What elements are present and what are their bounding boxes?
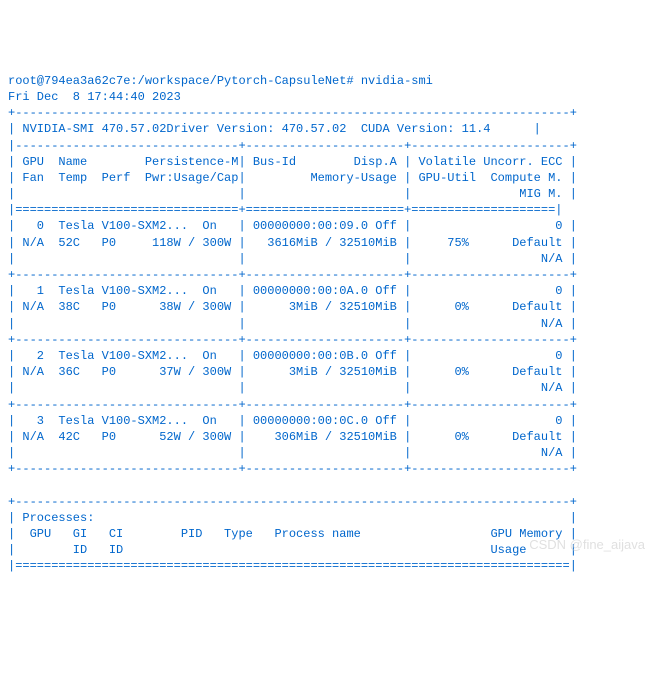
terminal-output: root@794ea3a62c7e:/workspace/Pytorch-Cap… bbox=[8, 73, 657, 575]
watermark: CSDN @fine_aijava bbox=[529, 536, 645, 554]
